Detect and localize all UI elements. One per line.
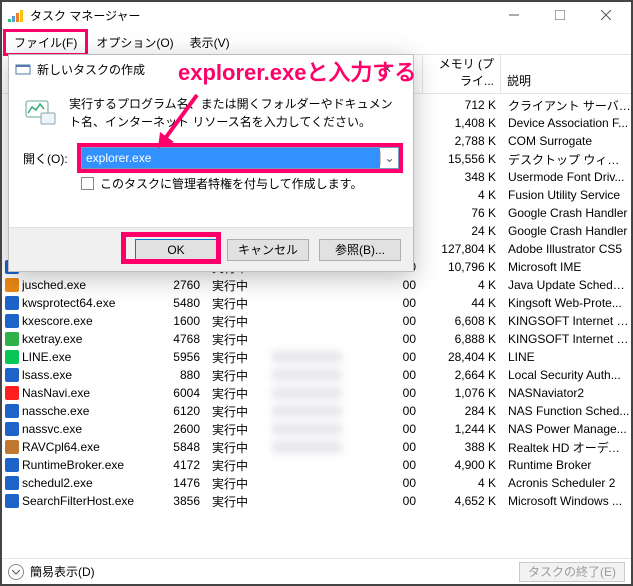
- cancel-button[interactable]: キャンセル: [227, 239, 309, 261]
- table-row[interactable]: kxetray.exe4768実行中006,888 KKINGSOFT Inte…: [2, 330, 631, 348]
- window-title: タスク マネージャー: [30, 7, 491, 24]
- table-row[interactable]: RAVCpl64.exe5848実行中00388 KRealtek HD オーデ…: [2, 438, 631, 456]
- chevron-down-icon[interactable]: ⌄: [380, 151, 398, 165]
- maximize-button[interactable]: [537, 0, 583, 30]
- open-combobox[interactable]: ⌄: [81, 147, 399, 169]
- table-row[interactable]: schedul2.exe1476実行中004 KAcronis Schedule…: [2, 474, 631, 492]
- menu-file[interactable]: ファイル(F): [3, 29, 88, 56]
- run-dialog-icon: [15, 62, 31, 76]
- expand-icon[interactable]: [8, 564, 24, 580]
- end-task-button[interactable]: タスクの終了(E): [519, 562, 625, 582]
- table-row[interactable]: LINE.exe5956実行中0028,404 KLINE: [2, 348, 631, 366]
- annotation-ok-highlight: [121, 232, 221, 264]
- taskmgr-icon: [8, 8, 24, 22]
- run-icon: [23, 95, 57, 129]
- table-row[interactable]: NasNavi.exe6004実行中001,076 KNASNaviator2: [2, 384, 631, 402]
- open-input[interactable]: [82, 148, 380, 168]
- menubar: ファイル(F) オプション(O) 表示(V): [0, 30, 633, 54]
- header-memory[interactable]: メモリ (プライ...: [423, 55, 501, 93]
- header-description[interactable]: 説明: [501, 55, 633, 93]
- dialog-title: 新しいタスクの作成: [37, 61, 145, 78]
- admin-checkbox-row[interactable]: このタスクに管理者特権を付与して作成します。: [81, 175, 399, 192]
- open-label: 開く(O):: [23, 150, 75, 167]
- table-row[interactable]: jusched.exe2760実行中004 KJava Update Sched…: [2, 276, 631, 294]
- simple-view-link[interactable]: 簡易表示(D): [30, 563, 95, 580]
- admin-label: このタスクに管理者特権を付与して作成します。: [100, 175, 362, 192]
- statusbar: 簡易表示(D) タスクの終了(E): [2, 558, 631, 584]
- table-row[interactable]: nassche.exe6120実行中00284 KNAS Function Sc…: [2, 402, 631, 420]
- browse-button[interactable]: 参照(B)...: [319, 239, 401, 261]
- table-row[interactable]: kxescore.exe1600実行中006,608 KKINGSOFT Int…: [2, 312, 631, 330]
- menu-view[interactable]: 表示(V): [182, 32, 238, 53]
- menu-options[interactable]: オプション(O): [88, 32, 181, 53]
- titlebar: タスク マネージャー: [0, 0, 633, 30]
- admin-checkbox[interactable]: [81, 177, 94, 190]
- close-button[interactable]: [583, 0, 629, 30]
- table-row[interactable]: kwsprotect64.exe5480実行中0044 KKingsoft We…: [2, 294, 631, 312]
- annotation-callout: explorer.exeと入力する: [178, 55, 416, 87]
- table-row[interactable]: RuntimeBroker.exe4172実行中004,900 KRuntime…: [2, 456, 631, 474]
- table-row[interactable]: nassvc.exe2600実行中001,244 KNAS Power Mana…: [2, 420, 631, 438]
- dialog-message: 実行するプログラム名、または開くフォルダーやドキュメント名、インターネット リソ…: [69, 95, 399, 131]
- table-row[interactable]: SearchFilterHost.exe3856実行中004,652 KMicr…: [2, 492, 631, 510]
- minimize-button[interactable]: [491, 0, 537, 30]
- table-row[interactable]: lsass.exe880実行中002,664 KLocal Security A…: [2, 366, 631, 384]
